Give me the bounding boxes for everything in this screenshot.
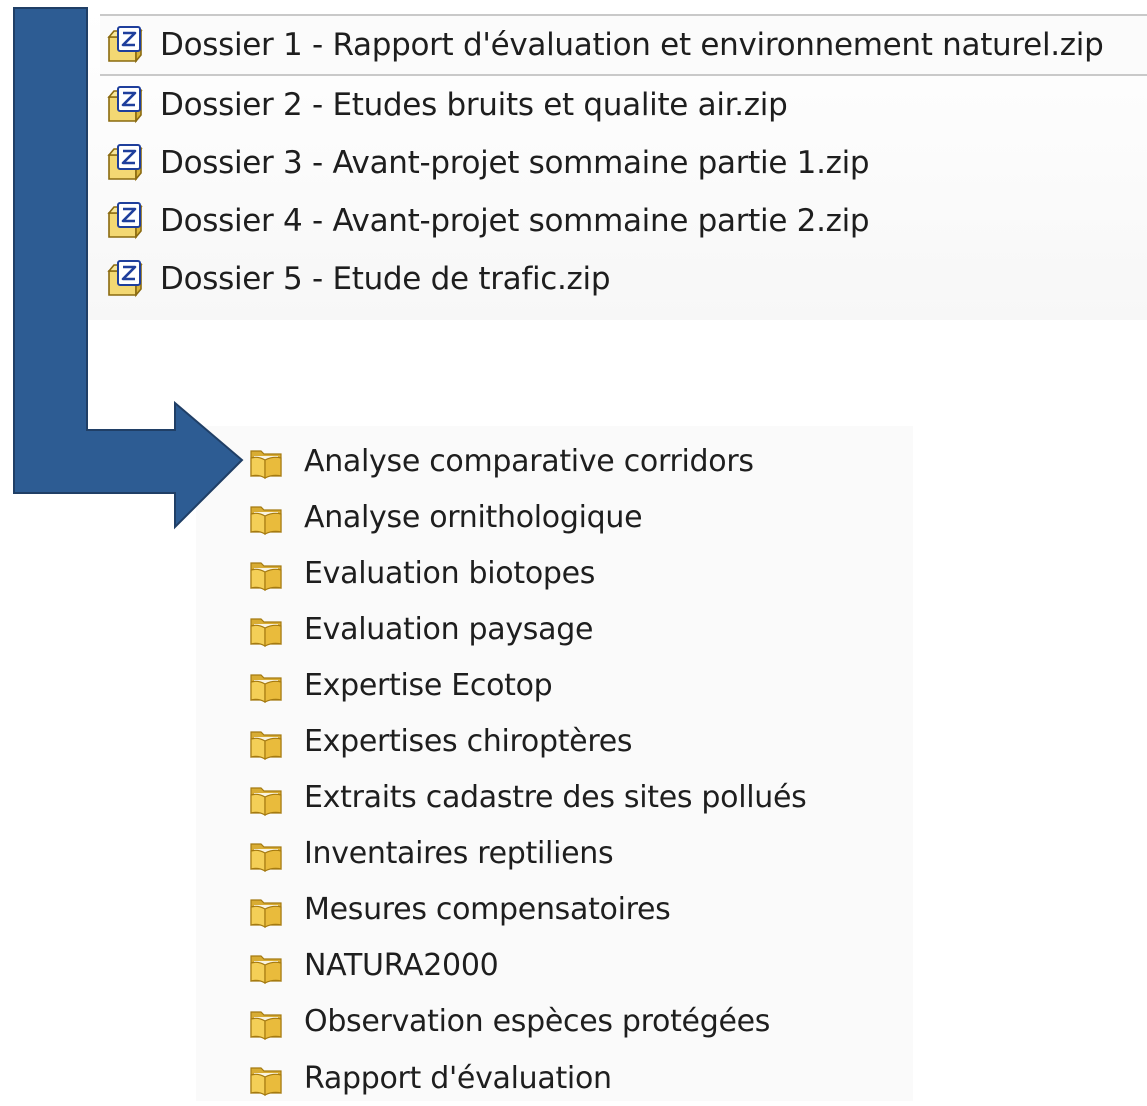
folder-item[interactable]: Analyse ornithologique: [246, 489, 906, 545]
zip-file-item[interactable]: Dossier 3 - Avant-projet sommaine partie…: [100, 134, 1147, 192]
folder-item[interactable]: NATURA2000: [246, 938, 906, 994]
folder-name: NATURA2000: [304, 948, 499, 984]
folder-icon: [250, 1011, 282, 1040]
folder-name: Analyse ornithologique: [304, 499, 643, 535]
zip-file-name: Dossier 5 - Etude de trafic.zip: [160, 261, 611, 297]
folder-list: Analyse comparative corridors Analyse or…: [246, 433, 906, 1106]
zip-archive-icon: [107, 26, 143, 64]
folder-icon: [250, 506, 282, 536]
folder-icon: [250, 955, 282, 984]
zip-file-item[interactable]: Dossier 1 - Rapport d'évaluation et envi…: [100, 14, 1147, 76]
zip-archive-icon: [107, 144, 143, 182]
folder-name: Rapport d'évaluation: [304, 1060, 612, 1096]
folder-item[interactable]: Rapport d'évaluation: [246, 1050, 906, 1106]
folder-icon: [250, 674, 282, 704]
zip-file-item[interactable]: Dossier 4 - Avant-projet sommaine partie…: [100, 192, 1147, 250]
folder-item[interactable]: Expertises chiroptères: [246, 713, 906, 769]
folder-name: Evaluation paysage: [304, 611, 594, 647]
folder-item[interactable]: Analyse comparative corridors: [246, 433, 906, 489]
folder-icon: [250, 618, 282, 648]
folder-name: Analyse comparative corridors: [304, 443, 754, 479]
zip-file-item[interactable]: Dossier 2 - Etudes bruits et qualite air…: [100, 76, 1147, 134]
folder-item[interactable]: Evaluation biotopes: [246, 545, 906, 601]
folder-icon: [250, 899, 282, 928]
folder-name: Expertises chiroptères: [304, 724, 633, 760]
folder-name: Extraits cadastre des sites pollués: [304, 780, 807, 816]
folder-icon: [250, 450, 282, 480]
folder-name: Inventaires reptiliens: [304, 836, 614, 872]
folder-icon: [250, 562, 282, 592]
zip-file-name: Dossier 4 - Avant-projet sommaine partie…: [160, 203, 870, 239]
folder-item[interactable]: Mesures compensatoires: [246, 882, 906, 938]
folder-item[interactable]: Extraits cadastre des sites pollués: [246, 770, 906, 826]
folder-name: Mesures compensatoires: [304, 892, 671, 928]
folder-name: Expertise Ecotop: [304, 667, 553, 703]
folder-name: Evaluation biotopes: [304, 555, 596, 591]
folder-icon: [250, 787, 282, 816]
folder-item[interactable]: Evaluation paysage: [246, 601, 906, 657]
folder-item[interactable]: Expertise Ecotop: [246, 657, 906, 713]
folder-name: Observation espèces protégées: [304, 1004, 771, 1040]
zip-file-item[interactable]: Dossier 5 - Etude de trafic.zip: [100, 250, 1147, 308]
folder-icon: [250, 1067, 282, 1097]
zip-file-name: Dossier 1 - Rapport d'évaluation et envi…: [160, 27, 1104, 63]
folder-item[interactable]: Observation espèces protégées: [246, 994, 906, 1050]
zip-file-name: Dossier 2 - Etudes bruits et qualite air…: [160, 87, 788, 123]
zip-archive-icon: [107, 86, 143, 124]
zip-file-name: Dossier 3 - Avant-projet sommaine partie…: [160, 145, 870, 181]
zip-archive-icon: [107, 202, 143, 240]
zip-file-list: Dossier 1 - Rapport d'évaluation et envi…: [100, 14, 1147, 308]
folder-icon: [250, 843, 282, 872]
zip-archive-icon: [107, 260, 143, 298]
folder-icon: [250, 730, 282, 760]
folder-item[interactable]: Inventaires reptiliens: [246, 826, 906, 882]
